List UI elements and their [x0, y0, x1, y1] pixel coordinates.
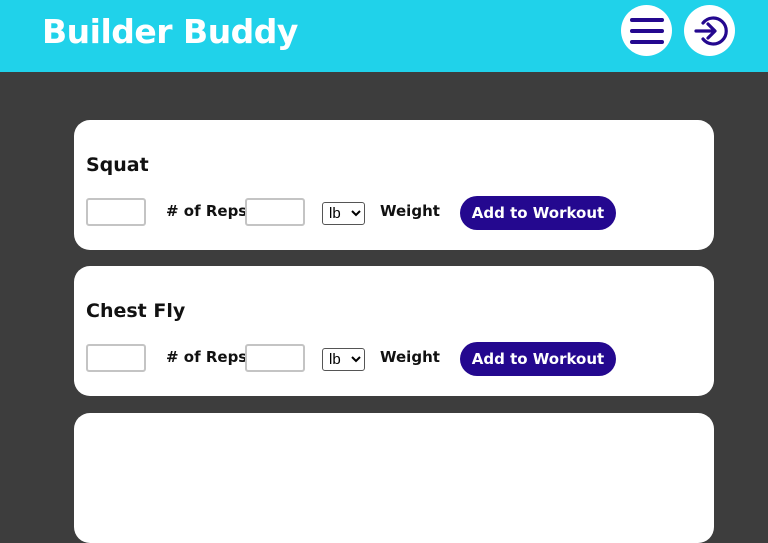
app-title: Builder Buddy [42, 12, 298, 51]
reps-label: # of Reps [166, 348, 248, 366]
unit-select[interactable]: lb [322, 348, 365, 371]
reps-input[interactable] [86, 198, 146, 226]
exercise-name: Chest Fly [86, 300, 186, 322]
login-button[interactable] [684, 5, 735, 56]
weight-label: Weight [380, 348, 440, 366]
app-header: Builder Buddy [0, 0, 768, 72]
add-to-workout-button[interactable]: Add to Workout [460, 196, 616, 230]
exercise-name: Squat [86, 154, 149, 176]
add-to-workout-button[interactable]: Add to Workout [460, 342, 616, 376]
reps-label: # of Reps [166, 202, 248, 220]
exercise-card: Chest Fly # of Reps lb Weight Add to Wor… [74, 266, 714, 396]
menu-button[interactable] [621, 5, 672, 56]
unit-select[interactable]: lb [322, 202, 365, 225]
weight-label: Weight [380, 202, 440, 220]
exercise-card: Squat # of Reps lb Weight Add to Workout [74, 120, 714, 250]
weight-input[interactable] [245, 198, 305, 226]
weight-input[interactable] [245, 344, 305, 372]
login-icon [693, 15, 728, 46]
hamburger-menu-icon [629, 17, 664, 44]
reps-input[interactable] [86, 344, 146, 372]
exercise-card [74, 413, 714, 543]
